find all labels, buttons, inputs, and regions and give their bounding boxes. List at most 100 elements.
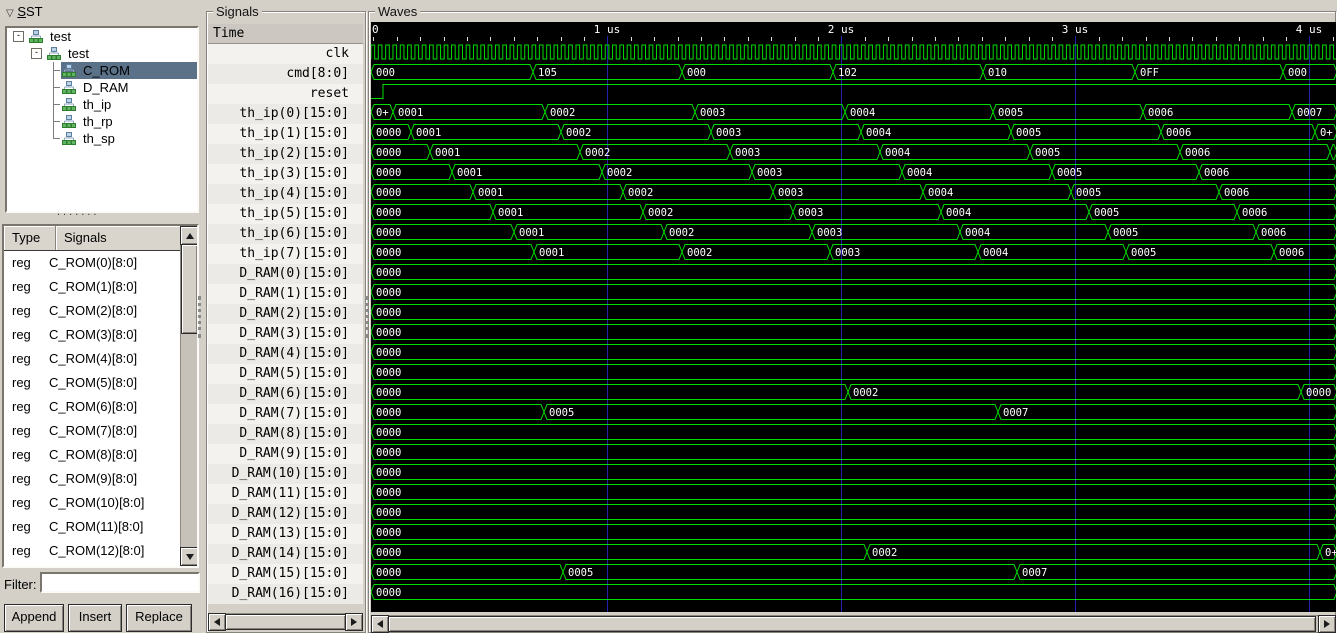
sst-tree[interactable]: -test-testC_ROMD_RAMth_ipth_rpth_sp: [5, 26, 199, 213]
signal-list-item[interactable]: D_RAM(2)[15:0]: [208, 304, 363, 324]
table-row[interactable]: regC_ROM(5)[8:0]: [4, 371, 180, 395]
signal-list-item[interactable]: th_ip(3)[15:0]: [208, 164, 363, 184]
table-row[interactable]: regC_ROM(4)[8:0]: [4, 347, 180, 371]
tree-item-d_ram[interactable]: D_RAM: [7, 79, 197, 96]
wave-row-d_ram(9)[interactable]: 0000: [371, 442, 1336, 462]
signal-list-item[interactable]: th_ip(5)[15:0]: [208, 204, 363, 224]
signal-list-item[interactable]: D_RAM(10)[15:0]: [208, 464, 363, 484]
table-row[interactable]: regC_ROM(7)[8:0]: [4, 419, 180, 443]
signal-list-item[interactable]: D_RAM(3)[15:0]: [208, 324, 363, 344]
wave-row-clk[interactable]: [371, 42, 1336, 62]
scrollbar-thumb[interactable]: [181, 244, 198, 334]
table-body[interactable]: regC_ROM(0)[8:0]regC_ROM(1)[8:0]regC_ROM…: [4, 251, 180, 566]
tree-expander-icon[interactable]: -: [13, 31, 24, 42]
tree-item-th_rp[interactable]: th_rp: [7, 113, 197, 130]
table-row[interactable]: regC_ROM(10)[8:0]: [4, 491, 180, 515]
pane-divider-dots[interactable]: .......: [57, 206, 99, 218]
wave-row-d_ram(7)[interactable]: 000000050007: [371, 402, 1336, 422]
collapse-triangle-icon[interactable]: ▽: [6, 8, 14, 19]
signal-list-item[interactable]: D_RAM(7)[15:0]: [208, 404, 363, 424]
scroll-left-button[interactable]: [371, 615, 389, 633]
signal-list-item[interactable]: D_RAM(0)[15:0]: [208, 264, 363, 284]
wave-row-d_ram(3)[interactable]: 0000: [371, 322, 1336, 342]
tree-item-test[interactable]: -test: [7, 45, 197, 62]
wave-row-th_ip(4)[interactable]: 0000000100020003000400050006: [371, 182, 1336, 202]
signal-list-item[interactable]: clk: [208, 44, 363, 64]
table-row[interactable]: regC_ROM(9)[8:0]: [4, 467, 180, 491]
scroll-right-button[interactable]: [1318, 615, 1336, 633]
signal-list-item[interactable]: D_RAM(14)[15:0]: [208, 544, 363, 564]
sst-header[interactable]: ▽ SST: [6, 4, 43, 19]
wave-row-th_ip(5)[interactable]: 0000000100020003000400050006: [371, 202, 1336, 222]
signal-list-item[interactable]: th_ip(0)[15:0]: [208, 104, 363, 124]
signal-list-item[interactable]: D_RAM(8)[15:0]: [208, 424, 363, 444]
signal-list-item[interactable]: D_RAM(6)[15:0]: [208, 384, 363, 404]
wave-row-th_ip(1)[interactable]: 00000001000200030004000500060+: [371, 122, 1336, 142]
timeline[interactable]: 01 us2 us3 us4 us: [371, 22, 1336, 42]
signal-list-item[interactable]: D_RAM(5)[15:0]: [208, 364, 363, 384]
signal-name-list[interactable]: clkcmd[8:0]resetth_ip(0)[15:0]th_ip(1)[1…: [208, 44, 363, 604]
signals-horizontal-scrollbar[interactable]: [208, 613, 363, 629]
signal-list-item[interactable]: cmd[8:0]: [208, 64, 363, 84]
replace-button[interactable]: Replace: [126, 604, 192, 632]
table-vertical-scrollbar[interactable]: [180, 226, 197, 566]
table-row[interactable]: regC_ROM(8)[8:0]: [4, 443, 180, 467]
append-button[interactable]: Append: [4, 604, 64, 632]
wave-row-d_ram(10)[interactable]: 0000: [371, 462, 1336, 482]
wave-row-th_ip(7)[interactable]: 0000000100020003000400050006: [371, 242, 1336, 262]
insert-button[interactable]: Insert: [68, 604, 122, 632]
time-header[interactable]: Time: [208, 24, 363, 44]
tree-item-c_rom[interactable]: C_ROM: [7, 62, 197, 79]
table-row[interactable]: regC_ROM(6)[8:0]: [4, 395, 180, 419]
signal-list-item[interactable]: th_ip(7)[15:0]: [208, 244, 363, 264]
signal-list-item[interactable]: th_ip(1)[15:0]: [208, 124, 363, 144]
scroll-up-button[interactable]: [180, 226, 199, 245]
signal-list-item[interactable]: D_RAM(13)[15:0]: [208, 524, 363, 544]
tree-expander-icon[interactable]: -: [31, 48, 42, 59]
waves-horizontal-scrollbar[interactable]: [371, 615, 1336, 631]
scroll-down-button[interactable]: [180, 547, 199, 566]
wave-row-d_ram(14)[interactable]: 000000020+: [371, 542, 1336, 562]
wave-row-d_ram(11)[interactable]: 0000: [371, 482, 1336, 502]
tree-item-th_ip[interactable]: th_ip: [7, 96, 197, 113]
tree-item-th_sp[interactable]: th_sp: [7, 130, 197, 147]
signal-list-item[interactable]: D_RAM(11)[15:0]: [208, 484, 363, 504]
table-row[interactable]: regC_ROM(1)[8:0]: [4, 275, 180, 299]
wave-row-d_ram(8)[interactable]: 0000: [371, 422, 1336, 442]
table-row[interactable]: regC_ROM(3)[8:0]: [4, 323, 180, 347]
signal-list-item[interactable]: reset: [208, 84, 363, 104]
scrollbar-thumb[interactable]: [225, 614, 346, 630]
wave-rows[interactable]: 0001050001020100FF000 0+00010002000300040…: [371, 42, 1336, 602]
tree-item-test[interactable]: -test: [7, 28, 197, 45]
wave-row-d_ram(4)[interactable]: 0000: [371, 342, 1336, 362]
signal-list-item[interactable]: D_RAM(16)[15:0]: [208, 584, 363, 604]
signal-list-item[interactable]: D_RAM(15)[15:0]: [208, 564, 363, 584]
column-header-type[interactable]: Type: [4, 226, 56, 250]
signal-list-item[interactable]: th_ip(2)[15:0]: [208, 144, 363, 164]
column-header-signals[interactable]: Signals: [56, 226, 180, 250]
table-row[interactable]: regC_ROM(0)[8:0]: [4, 251, 180, 275]
wave-row-cmd[interactable]: 0001050001020100FF000: [371, 62, 1336, 82]
table-row[interactable]: regC_ROM(12)[8:0]: [4, 539, 180, 563]
signal-list-item[interactable]: D_RAM(1)[15:0]: [208, 284, 363, 304]
wave-row-th_ip(2)[interactable]: 0000000100020003000400050006: [371, 142, 1336, 162]
wave-row-th_ip(0)[interactable]: 0+0001000200030004000500060007: [371, 102, 1336, 122]
wave-row-d_ram(5)[interactable]: 0000: [371, 362, 1336, 382]
wave-row-reset[interactable]: [371, 82, 1336, 102]
signal-list-item[interactable]: th_ip(4)[15:0]: [208, 184, 363, 204]
pane-grip-left[interactable]: [198, 296, 201, 338]
wave-row-d_ram(6)[interactable]: 000000020000: [371, 382, 1336, 402]
signal-list-item[interactable]: D_RAM(12)[15:0]: [208, 504, 363, 524]
wave-row-d_ram(12)[interactable]: 0000: [371, 502, 1336, 522]
signal-list-item[interactable]: D_RAM(4)[15:0]: [208, 344, 363, 364]
wave-row-th_ip(3)[interactable]: 0000000100020003000400050006: [371, 162, 1336, 182]
wave-row-th_ip(6)[interactable]: 0000000100020003000400050006: [371, 222, 1336, 242]
signal-list-item[interactable]: th_ip(6)[15:0]: [208, 224, 363, 244]
scroll-right-button[interactable]: [345, 613, 363, 631]
wave-row-d_ram(2)[interactable]: 0000: [371, 302, 1336, 322]
signal-list-item[interactable]: D_RAM(9)[15:0]: [208, 444, 363, 464]
wave-row-d_ram(0)[interactable]: 0000: [371, 262, 1336, 282]
table-row[interactable]: regC_ROM(2)[8:0]: [4, 299, 180, 323]
scrollbar-thumb[interactable]: [388, 616, 1316, 632]
wave-row-d_ram(1)[interactable]: 0000: [371, 282, 1336, 302]
